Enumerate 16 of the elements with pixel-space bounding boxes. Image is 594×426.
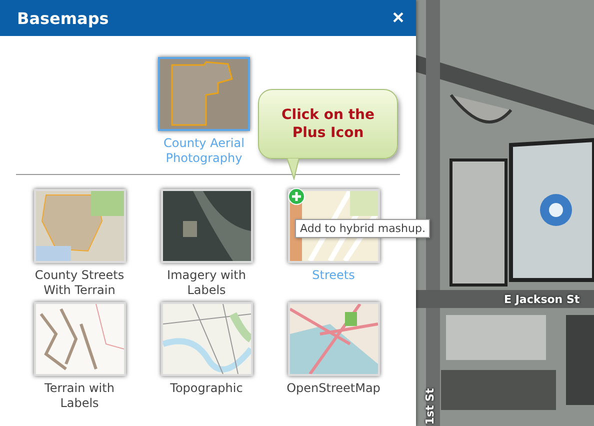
close-button[interactable]: × xyxy=(392,8,404,28)
map-thumbnail[interactable] xyxy=(160,302,252,376)
map-thumbnail[interactable] xyxy=(158,57,250,131)
basemap-label[interactable]: Terrain with Labels xyxy=(30,381,130,411)
basemap-label[interactable]: Imagery with Labels xyxy=(156,268,256,298)
street-label: 1st St xyxy=(424,388,437,425)
plus-icon[interactable] xyxy=(288,188,305,205)
tooltip: Add to hybrid mashup. xyxy=(295,219,430,238)
map-thumbnail[interactable] xyxy=(288,302,380,376)
street-label: E Jackson St xyxy=(504,293,580,306)
basemap-label[interactable]: County Streets With Terrain xyxy=(30,268,130,298)
panel-title: Basemaps xyxy=(17,8,109,28)
callout-bubble: Click on the Plus Icon xyxy=(258,89,398,159)
basemap-label[interactable]: OpenStreetMap xyxy=(286,381,380,396)
basemap-label[interactable]: Topographic xyxy=(170,381,243,396)
callout-pointer xyxy=(285,158,301,180)
